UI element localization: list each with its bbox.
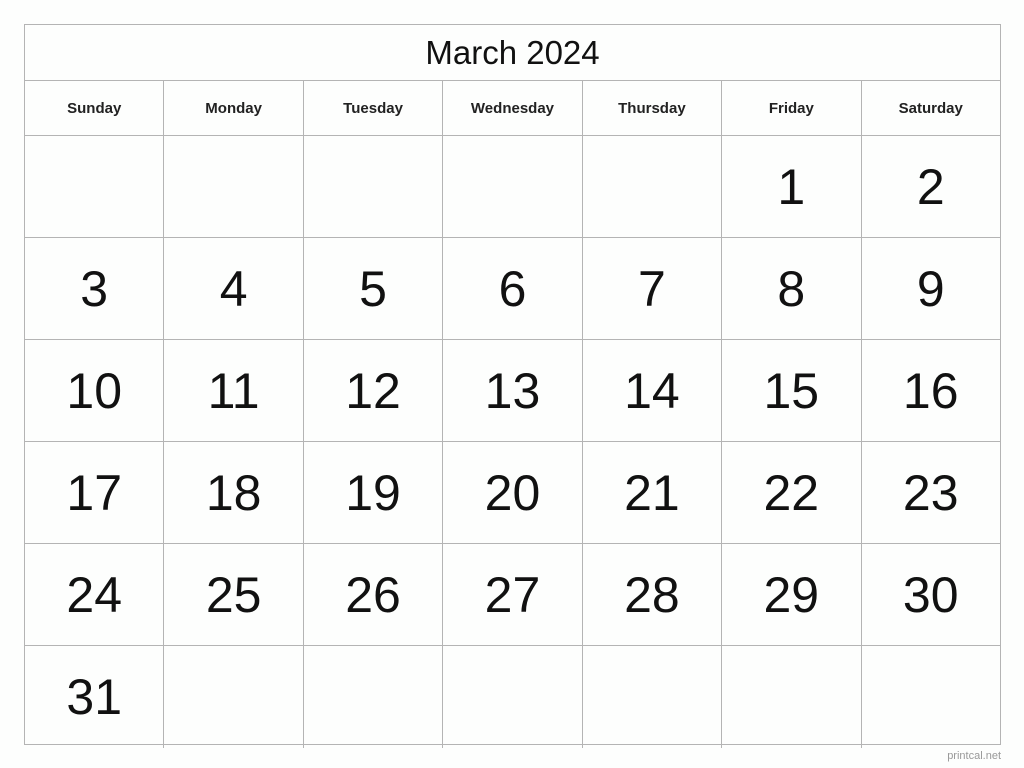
week-row: 17 18 19 20 21 22 23 (25, 442, 1000, 544)
day-cell (862, 646, 1000, 748)
day-cell: 3 (25, 238, 165, 339)
day-cell: 23 (902, 464, 959, 521)
day-cell (583, 136, 723, 237)
day-cell: 10 (25, 340, 165, 441)
day-cell: 21 (583, 442, 723, 543)
calendar-title: March 2024 (25, 25, 1000, 81)
day-cell: 15 (722, 340, 862, 441)
day-cell: 24 (25, 544, 165, 645)
day-cell: 11 (164, 340, 304, 441)
footer-credit: printcal.net (947, 750, 1001, 762)
day-cell: 16 (902, 362, 959, 419)
day-cell: 12 (304, 340, 444, 441)
day-cell (304, 136, 444, 237)
day-cell (583, 646, 723, 748)
day-cell: 26 (304, 544, 444, 645)
day-cell (164, 646, 304, 748)
day-cell: 13 (443, 340, 583, 441)
week-row: 31 (25, 646, 1000, 748)
weekday-monday: Monday (164, 81, 304, 135)
day-cell: 19 (304, 442, 444, 543)
day-cell: 9 (916, 260, 945, 317)
day-cell: 28 (583, 544, 723, 645)
day-cell: 6 (443, 238, 583, 339)
day-cell (443, 136, 583, 237)
day-cell: 31 (25, 646, 165, 748)
weekday-thursday: Thursday (583, 81, 723, 135)
day-cell: 7 (583, 238, 723, 339)
day-cell: 18 (164, 442, 304, 543)
week-row: 10 11 12 13 14 15 16 (25, 340, 1000, 442)
weekday-friday: Friday (722, 81, 862, 135)
day-cell: 22 (722, 442, 862, 543)
calendar: March 2024 Sunday Monday Tuesday Wednesd… (24, 24, 1001, 748)
day-cell: 1 (722, 136, 862, 237)
day-cell (164, 136, 304, 237)
weekday-sunday: Sunday (25, 81, 165, 135)
week-row: 3456789 (25, 238, 1000, 340)
day-cell: 27 (443, 544, 583, 645)
day-cell: 29 (722, 544, 862, 645)
day-cell (25, 136, 165, 237)
day-cell: 14 (583, 340, 723, 441)
day-cell (443, 646, 583, 748)
day-cell (304, 646, 444, 748)
weekday-saturday: Saturday (898, 99, 963, 117)
weekday-wednesday: Wednesday (443, 81, 583, 135)
day-cell: 25 (164, 544, 304, 645)
day-cell: 17 (25, 442, 165, 543)
day-cell: 20 (443, 442, 583, 543)
week-row: 24 25 26 27 28 29 30 (25, 544, 1000, 646)
week-row: 12 (25, 136, 1000, 238)
day-cell: 30 (902, 566, 959, 623)
day-cell: 8 (722, 238, 862, 339)
day-cell: 5 (304, 238, 444, 339)
weekday-tuesday: Tuesday (304, 81, 444, 135)
day-cell: 2 (916, 158, 945, 215)
day-cell (722, 646, 862, 748)
day-cell: 4 (164, 238, 304, 339)
weekday-header: Sunday Monday Tuesday Wednesday Thursday… (25, 81, 1000, 136)
